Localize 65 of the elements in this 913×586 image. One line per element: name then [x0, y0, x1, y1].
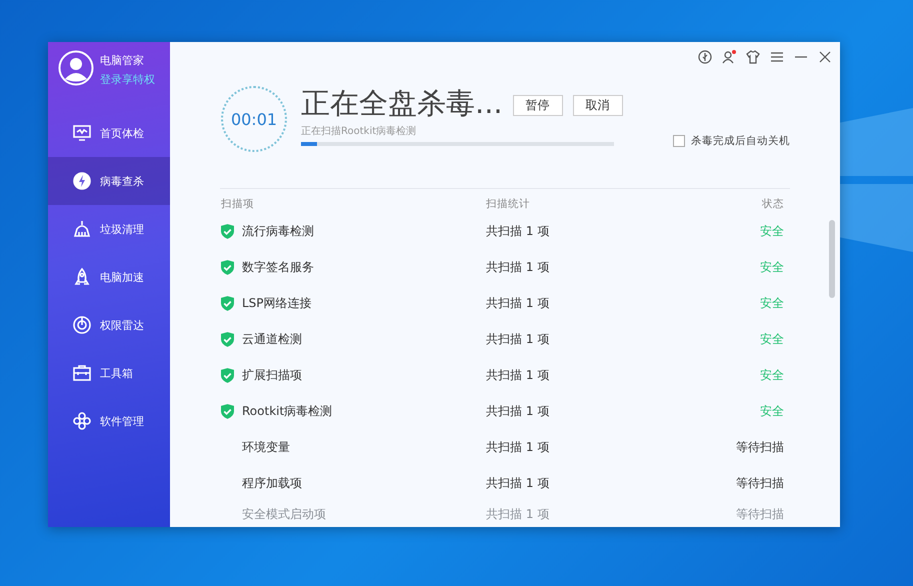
scan-count: 共扫描 1 项 [486, 366, 550, 384]
column-header: 状态 [761, 197, 784, 211]
radar-icon [72, 315, 92, 335]
scrollbar-thumb[interactable] [829, 220, 835, 298]
monitor-icon [72, 123, 92, 143]
scan-item-name: 环境变量 [242, 438, 290, 456]
scan-status-text: 正在扫描Rootkit病毒检测 [301, 124, 418, 138]
scan-count: 共扫描 1 项 [486, 506, 550, 522]
shield-check-icon [221, 332, 234, 346]
sidebar-item[interactable]: 电脑加速 [48, 253, 170, 301]
shield-check-icon [221, 404, 234, 418]
scan-status: 安全 [759, 258, 784, 276]
avatar-icon [58, 50, 94, 86]
auto-shutdown-checkbox[interactable]: 杀毒完成后自动关机 [673, 134, 790, 148]
scan-count: 共扫描 1 项 [486, 222, 550, 240]
scan-item-name: LSP网络连接 [242, 294, 312, 312]
lightning-icon [72, 171, 92, 191]
scan-item-name: 程序加载项 [242, 474, 302, 492]
scan-item-name: 扩展扫描项 [242, 366, 302, 384]
close-icon[interactable] [818, 50, 832, 64]
shirt-icon[interactable] [746, 50, 760, 64]
scan-status: 等待扫描 [735, 474, 784, 492]
action-button[interactable]: 取消 [572, 94, 623, 116]
broom-icon [72, 219, 92, 239]
scan-item-name: 数字签名服务 [242, 258, 314, 276]
user-icon[interactable] [722, 50, 736, 64]
scan-count: 共扫描 1 项 [486, 438, 550, 456]
shield-check-icon [221, 296, 234, 310]
rocket-icon [72, 267, 92, 287]
scan-count: 共扫描 1 项 [486, 258, 550, 276]
column-header: 扫描统计 [486, 197, 531, 211]
scan-count: 共扫描 1 项 [486, 294, 550, 312]
column-header: 扫描项 [221, 197, 255, 211]
shield-check-icon [221, 224, 234, 238]
scan-item-name: Rootkit病毒检测 [242, 402, 332, 420]
action-button[interactable]: 暂停 [512, 94, 563, 116]
sidebar-item[interactable]: 软件管理 [48, 397, 170, 445]
user-name: 电脑管家 [100, 53, 145, 68]
scan-count: 共扫描 1 项 [486, 330, 550, 348]
leaf-icon[interactable] [698, 50, 712, 64]
sidebar-item[interactable]: 垃圾清理 [48, 205, 170, 253]
shield-check-icon [221, 260, 234, 274]
scan-count: 共扫描 1 项 [486, 402, 550, 420]
scan-status: 安全 [759, 222, 784, 240]
sidebar-item[interactable]: 病毒查杀 [48, 157, 170, 205]
toolbox-icon [72, 363, 92, 383]
shield-check-icon [221, 368, 234, 382]
scan-count: 共扫描 1 项 [486, 474, 550, 492]
scan-item-name: 安全模式启动项 [242, 506, 326, 522]
sidebar-item[interactable]: 首页体检 [48, 109, 170, 157]
clover-icon [72, 411, 92, 431]
timer-text: 00:01 [230, 110, 278, 128]
menu-icon[interactable] [770, 50, 784, 64]
scan-item-name: 流行病毒检测 [242, 222, 314, 240]
scan-status: 安全 [759, 330, 784, 348]
login-link[interactable]: 登录享特权 [100, 72, 155, 87]
scan-status: 等待扫描 [735, 506, 784, 522]
scan-status: 等待扫描 [735, 438, 784, 456]
sidebar-item[interactable]: 工具箱 [48, 349, 170, 397]
scan-status: 安全 [759, 366, 784, 384]
sidebar-item[interactable]: 权限雷达 [48, 301, 170, 349]
scan-status: 安全 [759, 402, 784, 420]
scan-status: 安全 [759, 294, 784, 312]
scan-title: 正在全盘杀毒... [301, 85, 503, 122]
scan-item-name: 云通道检测 [242, 330, 302, 348]
